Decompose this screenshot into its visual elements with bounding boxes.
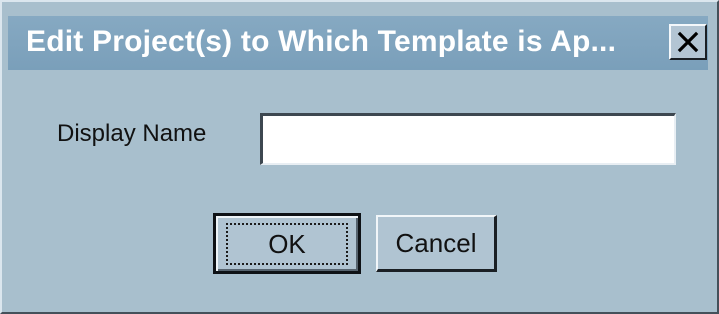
title-bar: Edit Project(s) to Which Template is Ap.… bbox=[8, 16, 708, 70]
display-name-label: Display Name bbox=[57, 120, 207, 147]
ok-button-label: OK bbox=[226, 222, 348, 265]
ok-button[interactable]: OK bbox=[213, 213, 361, 274]
dialog: Edit Project(s) to Which Template is Ap.… bbox=[0, 0, 719, 314]
dialog-title: Edit Project(s) to Which Template is Ap.… bbox=[26, 25, 617, 58]
close-button[interactable] bbox=[669, 24, 707, 60]
cancel-button[interactable]: Cancel bbox=[376, 215, 497, 272]
display-name-input[interactable] bbox=[260, 113, 676, 165]
close-icon bbox=[677, 31, 699, 53]
